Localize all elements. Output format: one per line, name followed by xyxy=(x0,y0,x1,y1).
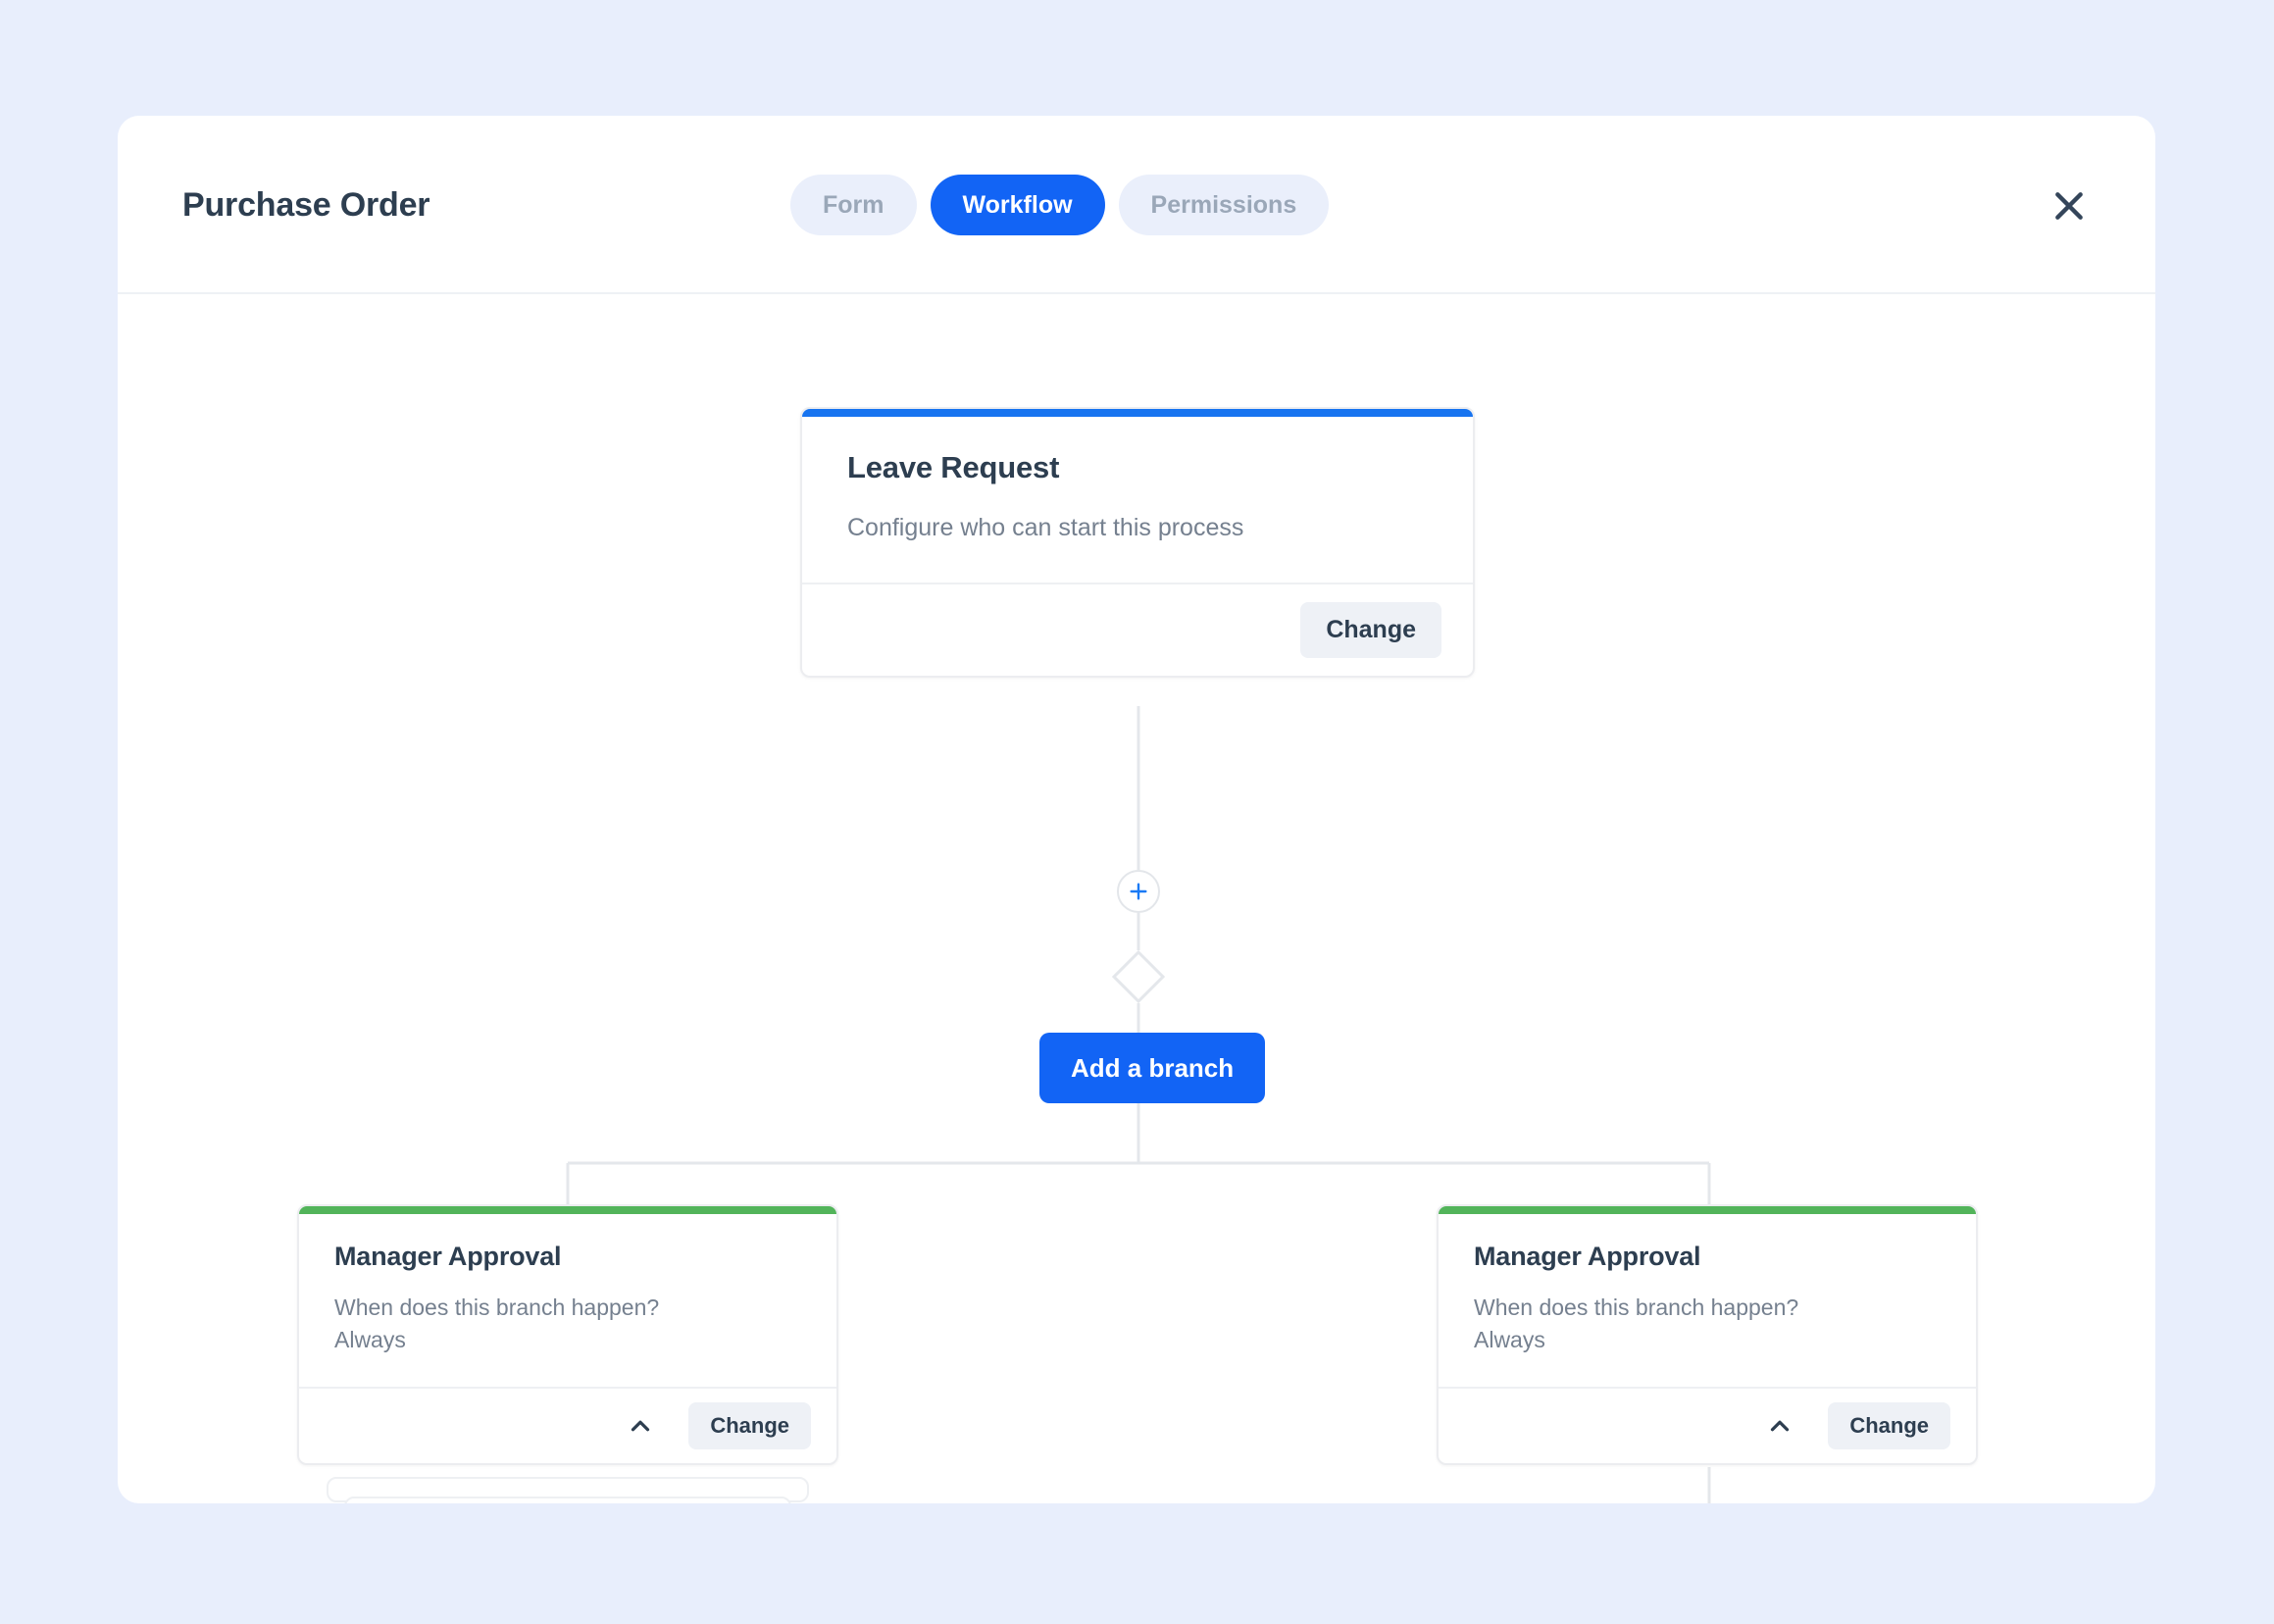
tab-bar: Form Workflow Permissions xyxy=(790,116,1330,294)
branch-card-footer: Change xyxy=(1439,1386,1976,1463)
start-node-card: Leave Request Configure who can start th… xyxy=(800,407,1475,678)
branch-card: Manager Approval When does this branch h… xyxy=(297,1204,838,1465)
branch-card: Manager Approval When does this branch h… xyxy=(1437,1204,1978,1465)
card-accent-bar xyxy=(802,409,1473,417)
branch-card-footer: Change xyxy=(299,1386,836,1463)
card-accent-bar xyxy=(1439,1206,1976,1214)
branch-change-button[interactable]: Change xyxy=(688,1401,811,1449)
start-node-title: Leave Request xyxy=(847,450,1060,484)
tab-permissions[interactable]: Permissions xyxy=(1118,175,1330,235)
workflow-canvas: Leave Request Configure who can start th… xyxy=(118,294,2155,1503)
chevron-up-icon xyxy=(1771,1420,1790,1432)
card-accent-bar xyxy=(299,1206,836,1214)
branch-card-description: When does this branch happen? Always xyxy=(334,1292,801,1357)
branch-card-body: Manager Approval When does this branch h… xyxy=(299,1214,836,1387)
branch-card-description: When does this branch happen? Always xyxy=(1474,1292,1941,1357)
branch-card-title: Manager Approval xyxy=(1474,1242,1701,1271)
tab-form[interactable]: Form xyxy=(790,175,917,235)
branch-condition-value: Always xyxy=(1474,1327,1545,1353)
branch-change-button[interactable]: Change xyxy=(1828,1401,1950,1449)
chevron-up-icon xyxy=(632,1420,650,1432)
modal-header: Purchase Order Form Workflow Permissions xyxy=(118,116,2155,294)
start-node-change-button[interactable]: Change xyxy=(1300,601,1441,658)
add-step-button[interactable] xyxy=(1117,870,1160,913)
close-button[interactable] xyxy=(2044,180,2095,231)
branch-condition-question: When does this branch happen? xyxy=(334,1294,660,1320)
start-node-body: Leave Request Configure who can start th… xyxy=(802,417,1473,583)
page-title: Purchase Order xyxy=(182,185,430,224)
tab-workflow[interactable]: Workflow xyxy=(930,175,1105,235)
start-node-description: Configure who can start this process xyxy=(847,514,1244,541)
collapse-branch-button[interactable] xyxy=(612,1405,669,1446)
branch-condition-value: Always xyxy=(334,1327,406,1353)
add-branch-button[interactable]: Add a branch xyxy=(1039,1033,1266,1103)
branch-condition-question: When does this branch happen? xyxy=(1474,1294,1799,1320)
branch-card-body: Manager Approval When does this branch h… xyxy=(1439,1214,1976,1387)
workflow-modal: Purchase Order Form Workflow Permissions xyxy=(118,116,2155,1503)
collapse-branch-button[interactable] xyxy=(1751,1405,1808,1446)
stacked-step-layer xyxy=(344,1497,791,1503)
close-icon xyxy=(2055,192,2083,220)
branch-card-title: Manager Approval xyxy=(334,1242,562,1271)
start-node-footer: Change xyxy=(802,582,1473,676)
plus-icon xyxy=(1130,883,1147,900)
